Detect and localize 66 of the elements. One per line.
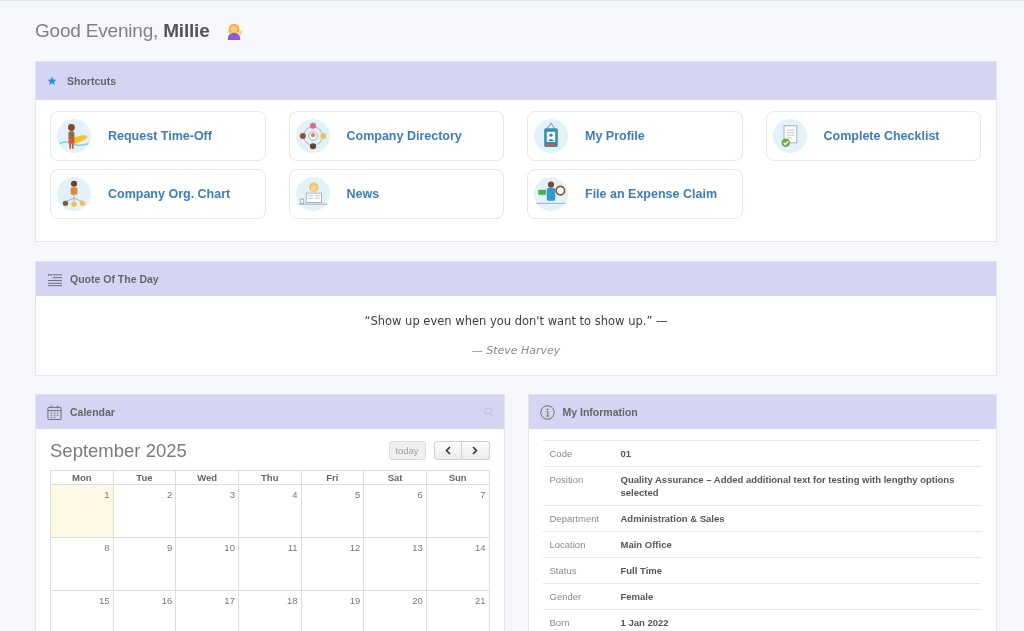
shortcut-card[interactable]: Complete Checklist: [765, 111, 981, 161]
info-value: 1 Jan 2022: [613, 609, 981, 631]
calendar-day-cell[interactable]: 7: [426, 484, 489, 538]
calendar-day-cell[interactable]: 10: [175, 537, 239, 591]
quote-text: “Show up even when you don't want to show up.” —: [363, 313, 669, 329]
next-month-button[interactable]: [461, 441, 490, 460]
weekday-header: Mon: [50, 470, 114, 485]
quote-author: — Steve Harvey: [470, 343, 562, 359]
calendar-day-cell[interactable]: 2: [113, 484, 176, 538]
info-icon: [539, 404, 555, 420]
info-label: Code: [542, 440, 614, 467]
panel-title: Quote Of The Day: [70, 273, 159, 285]
panel-title: My Information: [562, 406, 638, 418]
shortcut-card[interactable]: Company Org. Chart: [50, 169, 266, 219]
calendar-day-cell[interactable]: 12: [301, 537, 364, 591]
calendar-day-cell[interactable]: 13: [363, 537, 427, 591]
info-value: 01: [613, 440, 981, 467]
shortcut-card[interactable]: News: [288, 169, 504, 219]
org-chart-icon: [57, 177, 91, 211]
calendar-icon: [47, 404, 62, 420]
calendar-day-cell[interactable]: 15: [50, 590, 114, 631]
document-check-icon: [772, 119, 807, 153]
info-label: Born: [542, 609, 614, 631]
weekday-header: Thu: [238, 470, 302, 485]
shortcut-card[interactable]: My Profile: [527, 111, 743, 161]
calendar-day-cell[interactable]: 14: [426, 537, 489, 591]
person-surfboard-icon: [57, 119, 91, 153]
info-value: Main Office: [613, 531, 981, 558]
shortcut-card[interactable]: Request Time-Off: [50, 111, 266, 161]
greeting-text: Good Evening, Millie: [35, 20, 210, 42]
chevron-right-icon: [472, 446, 478, 455]
weekday-header: Sat: [363, 470, 427, 485]
calendar-month-title: September 2025: [50, 439, 187, 462]
chevron-left-icon: [444, 446, 451, 455]
calendar-day-cell[interactable]: 6: [363, 484, 427, 538]
panel-title: Shortcuts: [67, 75, 116, 87]
info-label: Location: [542, 531, 614, 558]
calendar-day-cell[interactable]: 1: [50, 484, 114, 538]
calendar-day-cell[interactable]: 9: [113, 537, 176, 591]
quote-list-icon: [47, 271, 62, 287]
calendar-day-cell[interactable]: 11: [238, 537, 302, 591]
weekday-header: Fri: [301, 470, 364, 485]
weekday-header: Wed: [175, 470, 239, 485]
info-label: Status: [542, 557, 614, 584]
info-value: Quality Assurance – Added additional text for testing with lengthy options selected: [613, 466, 981, 506]
shortcut-card[interactable]: File an Expense Claim: [527, 169, 743, 219]
info-label: Gender: [542, 583, 614, 610]
previous-month-button[interactable]: [433, 441, 462, 460]
calendar-day-cell[interactable]: 8: [50, 537, 114, 591]
panel-title: Calendar: [70, 406, 115, 418]
newspaper-reader-icon: [295, 177, 330, 211]
calendar-day-cell[interactable]: 3: [175, 484, 239, 538]
calendar-day-cell[interactable]: 4: [238, 484, 302, 538]
id-badge-icon: [534, 119, 568, 153]
info-value: Female: [613, 583, 981, 610]
calendar-day-cell[interactable]: 5: [301, 484, 364, 538]
person-money-icon: [534, 177, 568, 211]
weekday-header: Tue: [113, 470, 176, 485]
info-value: Full Time: [613, 557, 981, 584]
info-label: Position: [542, 466, 614, 506]
shortcut-card[interactable]: Company Directory: [288, 111, 504, 161]
weekday-header: Sun: [426, 470, 489, 485]
info-label: Department: [542, 505, 614, 532]
info-value: Administration & Sales: [613, 505, 981, 532]
star-icon: [47, 76, 57, 86]
people-network-icon: [295, 119, 330, 153]
